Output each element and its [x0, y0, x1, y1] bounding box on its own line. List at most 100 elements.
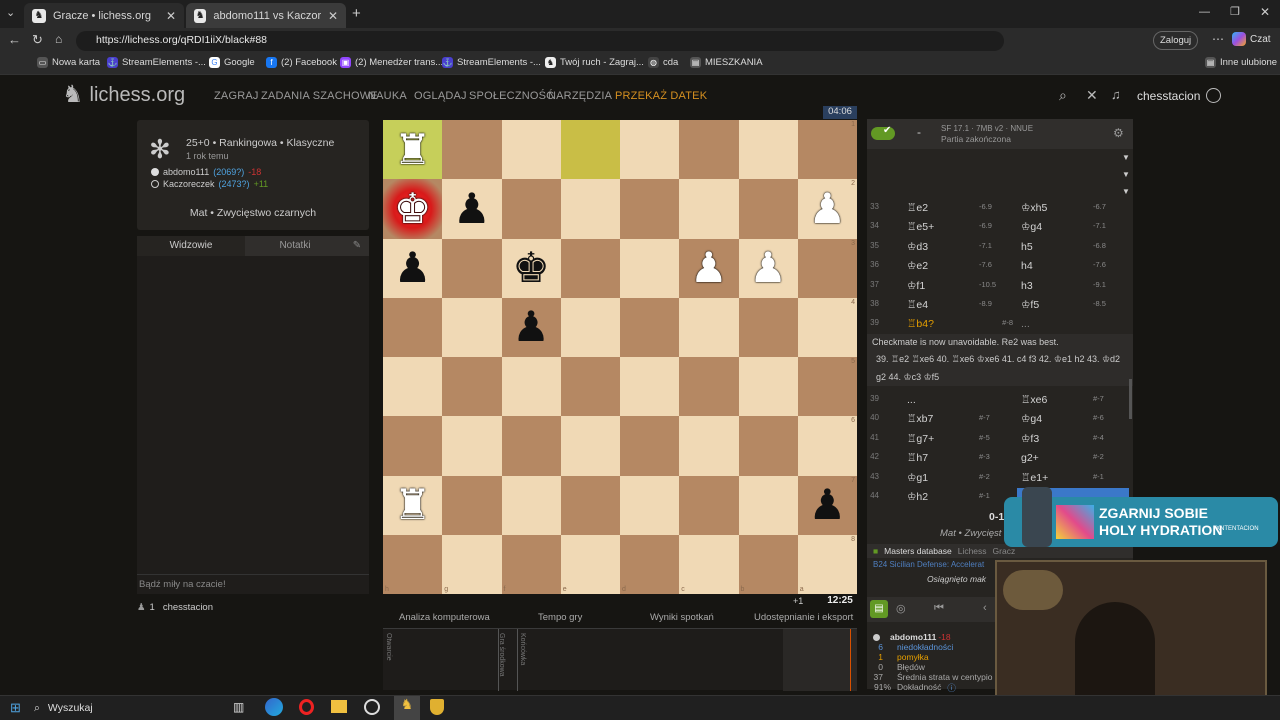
tab-notes[interactable]: Notatki — [245, 236, 345, 256]
move-list-scrollbar[interactable] — [1129, 379, 1132, 419]
square-e1[interactable] — [560, 120, 620, 180]
notification-icon[interactable]: ♫ — [1111, 87, 1121, 102]
black-move[interactable]: h5 — [1021, 241, 1033, 253]
windows-start-icon[interactable]: ⊞ — [10, 700, 21, 716]
white-move[interactable]: ♖xb7 — [907, 413, 933, 425]
white-move[interactable]: ♖g7+ — [907, 433, 934, 445]
square-a8[interactable]: 8a — [797, 534, 857, 594]
bookmark-streamelements-2[interactable]: ⚓ StreamElements -... — [442, 57, 541, 68]
tab-list-button[interactable]: ⌄ — [6, 6, 15, 19]
chess-board[interactable]: ♜ 1 ♚ ♟ ♟ 2 ♟ ♚ ♟ ♟ 3 ♟ 4 5 6 ♜ ♟ 7 h g f e d c b 8 a — [383, 120, 857, 594]
explorer-tab-player[interactable]: Gracz — [993, 546, 1016, 556]
browser-menu-icon[interactable]: ⋯ — [1212, 32, 1224, 46]
black-move[interactable]: ♔g4 — [1021, 221, 1042, 233]
square-h3[interactable]: ♟ — [383, 238, 443, 298]
copilot-button[interactable]: Czat — [1232, 32, 1271, 46]
tab-game[interactable]: ♞ abdomo111 vs Kaczoreczek: Sicilia ✕ — [186, 3, 346, 28]
square-e2[interactable] — [560, 179, 620, 239]
square-g3[interactable] — [442, 238, 502, 298]
square-g5[interactable] — [442, 357, 502, 417]
shield-icon[interactable] — [430, 699, 444, 715]
square-b7[interactable] — [738, 475, 798, 535]
square-h4[interactable] — [383, 297, 443, 357]
edge-icon[interactable] — [265, 698, 283, 716]
black-pawn-piece[interactable]: ♟ — [453, 187, 491, 230]
white-move[interactable]: ♖e2 — [907, 202, 928, 214]
square-e3[interactable] — [560, 238, 620, 298]
square-f4[interactable]: ♟ — [501, 297, 561, 357]
black-king-piece[interactable]: ♚ — [512, 247, 550, 289]
white-move[interactable]: ♔g1 — [907, 472, 928, 484]
square-d1[interactable] — [620, 120, 680, 180]
tab-share[interactable]: Udostępnianie i eksport — [754, 612, 853, 623]
tab-gracze[interactable]: ♞ Gracze • lichess.org ✕ — [24, 3, 184, 28]
maximize-button[interactable]: ❐ — [1230, 5, 1240, 18]
square-a6[interactable]: 6 — [797, 416, 857, 476]
chat-settings-icon[interactable]: ✎ — [345, 236, 369, 256]
square-h1[interactable]: ♜ — [383, 120, 443, 180]
square-d3[interactable] — [620, 238, 680, 298]
bookmark-twoj-ruch[interactable]: ♞ Twój ruch - Zagraj... — [545, 57, 644, 68]
square-b6[interactable] — [738, 416, 798, 476]
black-move[interactable]: ♔xh5 — [1021, 202, 1047, 214]
home-icon[interactable]: ⌂ — [55, 32, 62, 46]
url-input[interactable]: https://lichess.org/qRDI1iiX/black#88 — [76, 31, 1004, 51]
square-d7[interactable] — [620, 475, 680, 535]
square-b4[interactable] — [738, 297, 798, 357]
white-pawn-piece[interactable]: ♟ — [809, 187, 847, 230]
nav-zadania[interactable]: ZADANIA SZACHOWE — [261, 90, 378, 102]
black-move[interactable]: ♖xe6 — [1021, 394, 1047, 406]
white-move[interactable]: ♔f1 — [907, 280, 925, 292]
square-e8[interactable]: e — [560, 534, 620, 594]
challenge-icon[interactable]: ✕ — [1086, 87, 1098, 104]
square-b3[interactable]: ♟ — [738, 238, 798, 298]
black-move[interactable]: h3 — [1021, 280, 1033, 292]
white-move[interactable]: ♔d3 — [907, 241, 928, 253]
square-f2[interactable] — [501, 179, 561, 239]
bookmark-cda[interactable]: ◍ cda — [648, 57, 678, 68]
tab-computer-analysis[interactable]: Analiza komputerowa — [399, 612, 490, 623]
best-line-1[interactable]: 39. ♖e2 ♖xe6 40. ♖xe6 ♔xe6 41. c4 f3 42.… — [876, 354, 1120, 365]
black-move[interactable]: ♔f3 — [1021, 433, 1039, 445]
white-move[interactable]: ♖e4 — [907, 299, 928, 311]
lichess-app-icon[interactable]: ♞ — [394, 696, 420, 720]
square-a3[interactable]: 3 — [797, 238, 857, 298]
square-f7[interactable] — [501, 475, 561, 535]
white-move[interactable]: ♖h7 — [907, 452, 928, 464]
black-pawn-piece[interactable]: ♟ — [512, 306, 550, 348]
square-h7[interactable]: ♜ — [383, 475, 443, 535]
black-move[interactable]: ♔g4 — [1021, 413, 1042, 425]
black-pawn-piece[interactable]: ♟ — [394, 247, 432, 289]
square-h8[interactable]: h — [383, 534, 443, 594]
square-e5[interactable] — [560, 357, 620, 417]
bookmark-manager[interactable]: ▣ (2) Menedżer trans... — [340, 57, 443, 68]
square-a4[interactable]: 4 — [797, 297, 857, 357]
pv-line-toggle[interactable]: ▼ — [1122, 170, 1130, 179]
square-h2[interactable]: ♚ — [383, 179, 443, 239]
minimize-button[interactable]: — — [1199, 6, 1210, 18]
nav-nauka[interactable]: NAUKA — [368, 90, 407, 102]
eval-chart[interactable]: Otwarcie Gra środkowa Końcówka — [383, 628, 857, 691]
task-view-icon[interactable]: ▥ — [233, 700, 244, 714]
close-tab-icon[interactable]: ✕ — [166, 9, 176, 23]
tab-spectators[interactable]: Widzowie — [137, 236, 245, 256]
black-move[interactable]: ♔f5 — [1021, 299, 1039, 311]
black-move[interactable]: ♖e1+ — [1021, 472, 1048, 484]
white-move[interactable]: ♖e5+ — [907, 221, 934, 233]
square-b8[interactable]: b — [738, 534, 798, 594]
square-h5[interactable] — [383, 357, 443, 417]
square-d6[interactable] — [620, 416, 680, 476]
tab-tempo[interactable]: Tempo gry — [538, 612, 582, 623]
gear-icon[interactable]: ⚙ — [1113, 126, 1124, 140]
square-e4[interactable] — [560, 297, 620, 357]
square-g7[interactable] — [442, 475, 502, 535]
square-d8[interactable]: d — [620, 534, 680, 594]
stat-label[interactable]: niedokładności — [897, 642, 953, 652]
file-explorer-icon[interactable] — [331, 700, 347, 713]
user-menu[interactable]: chesstacion — [1137, 88, 1222, 103]
new-tab-button[interactable]: + — [352, 5, 361, 22]
bookmark-facebook[interactable]: f (2) Facebook — [266, 57, 337, 68]
bookmark-other[interactable]: ▤ Inne ulubione — [1205, 57, 1277, 68]
opera-icon[interactable] — [299, 699, 314, 715]
pv-line-toggle[interactable]: ▼ — [1122, 153, 1130, 162]
